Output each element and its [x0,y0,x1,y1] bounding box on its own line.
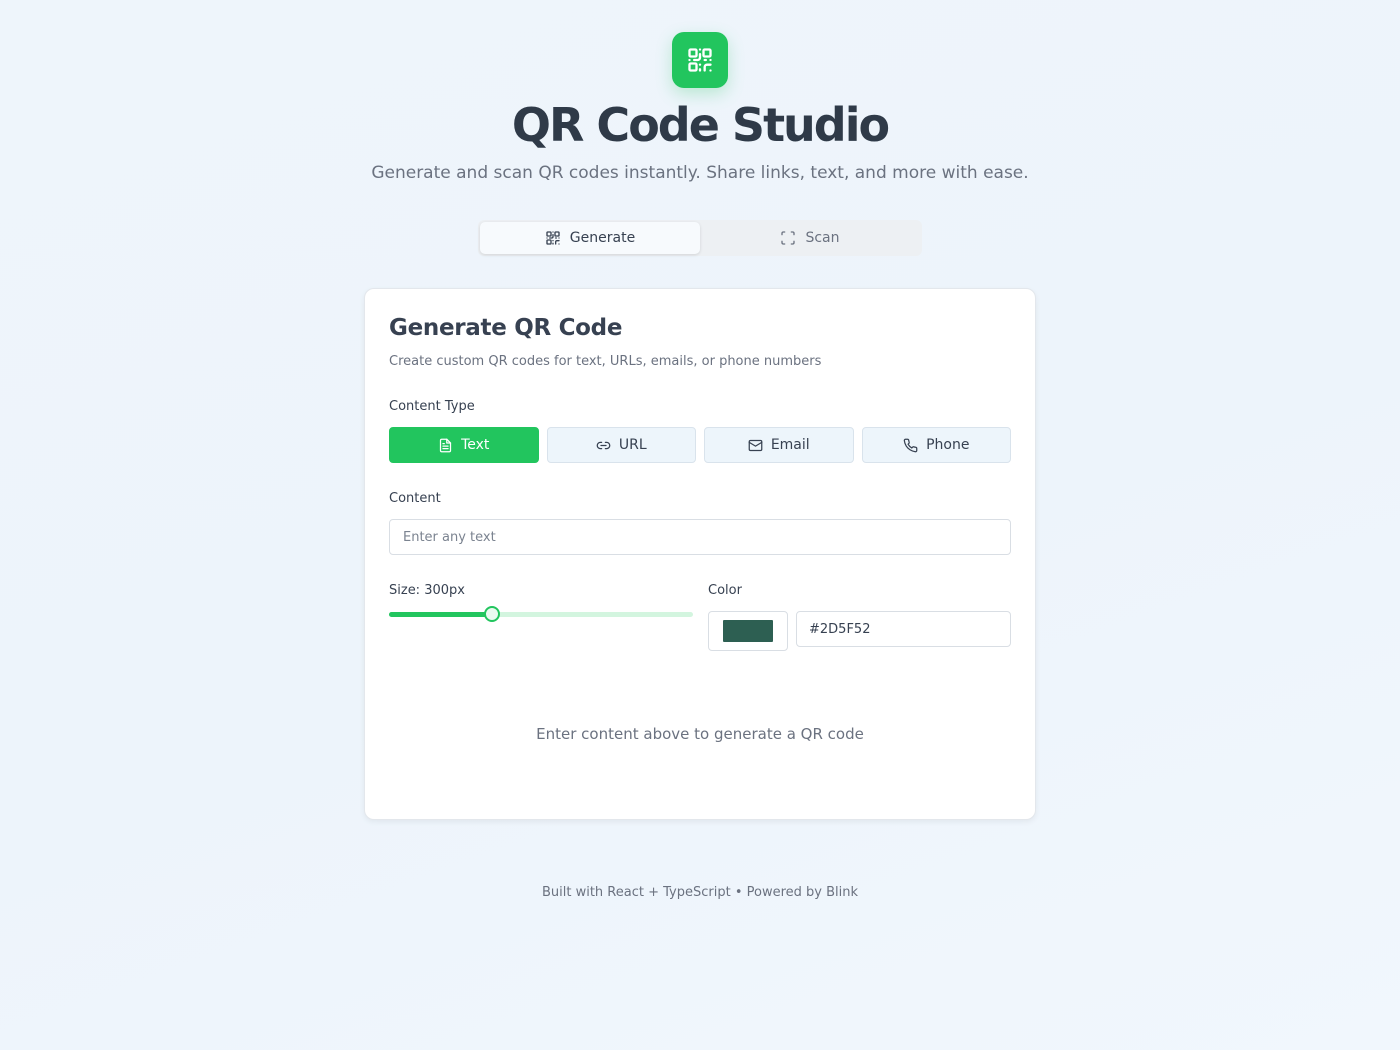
color-label: Color [708,583,742,598]
tab-generate[interactable]: Generate [480,222,700,254]
color-hex-input[interactable] [796,611,1011,647]
button-label: Text [461,437,490,453]
app-logo [672,32,728,88]
tab-label: Generate [569,230,636,246]
button-label: URL [618,437,647,453]
content-type-url-button[interactable]: URL [546,427,696,463]
empty-state-message: Enter content above to generate a QR cod… [536,725,864,743]
content-type-text-button[interactable]: Text [389,427,539,463]
link-icon [596,438,611,453]
content-type-group: Text URL Email Phone [389,427,1011,463]
qr-code-icon [686,46,714,74]
content-type-email-button[interactable]: Email [704,427,854,463]
card-description: Create custom QR codes for text, URLs, e… [389,354,822,369]
tab-scan[interactable]: Scan [700,222,920,254]
page-title: QR Code Studio [511,98,890,152]
qr-code-icon [545,230,561,246]
footer: Built with React + TypeScript • Powered … [541,885,859,900]
mode-tabs: Generate Scan [478,220,922,256]
phone-icon [903,438,918,453]
size-label: Size: 300px [389,583,465,598]
file-text-icon [438,438,453,453]
content-label: Content [389,491,441,506]
slider-thumb[interactable] [484,606,501,622]
slider-fill [389,612,493,617]
tab-label: Scan [805,230,840,246]
color-swatch [723,620,773,642]
content-input[interactable] [389,519,1011,555]
content-type-phone-button[interactable]: Phone [861,427,1011,463]
card-title: Generate QR Code [389,315,623,341]
generate-card: Generate QR Code Create custom QR codes … [364,288,1036,820]
button-label: Email [770,437,810,453]
page-subtitle: Generate and scan QR codes instantly. Sh… [371,163,1029,183]
button-label: Phone [926,437,970,453]
content-type-label: Content Type [389,399,475,414]
mail-icon [748,438,763,453]
color-picker[interactable] [708,611,788,651]
scan-frame-icon [780,230,796,246]
size-slider[interactable] [389,606,693,622]
